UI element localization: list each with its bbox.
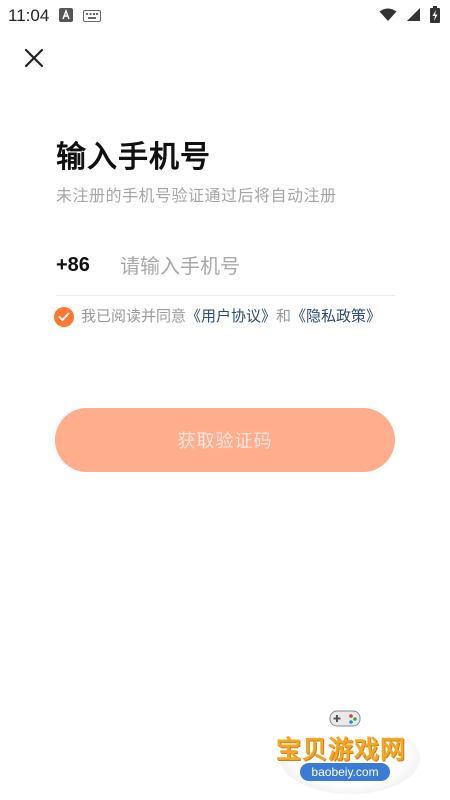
watermark-brand: 宝贝游戏网 (276, 735, 407, 764)
battery-charging-icon (430, 5, 440, 27)
privacy-policy-link[interactable]: 《隐私政策》 (291, 307, 381, 325)
page-title: 输入手机号 (56, 140, 211, 175)
wifi-icon (379, 7, 397, 26)
watermark-domain: baobeiy.com (300, 763, 390, 781)
agreement-joiner: 和 (276, 307, 292, 325)
page-subtitle: 未注册的手机号验证通过后将自动注册 (56, 186, 337, 205)
get-code-button[interactable]: 获取验证码 (55, 408, 395, 472)
signal-icon (406, 7, 421, 26)
status-left: 11:04 (8, 6, 102, 26)
status-right (379, 5, 440, 27)
gamepad-icon (329, 710, 361, 727)
checkmark-icon (58, 312, 70, 321)
keyboard-icon (83, 7, 102, 26)
agreement-text: 我已阅读并同意《用户协议》和《隐私政策》 (81, 303, 391, 329)
phone-input[interactable] (120, 245, 380, 286)
agreement-row: 我已阅读并同意《用户协议》和《隐私政策》 (54, 303, 394, 329)
watermark-logo: 宝贝游戏网 baobeiy.com (270, 700, 430, 796)
agreement-checkbox[interactable] (54, 307, 74, 327)
phone-input-row: +86 (56, 236, 395, 296)
a-icon (59, 7, 74, 26)
user-agreement-link[interactable]: 《用户协议》 (186, 307, 276, 325)
status-time: 11:04 (8, 6, 50, 25)
close-button[interactable] (18, 42, 50, 74)
close-icon (24, 48, 44, 68)
status-bar: 11:04 (0, 0, 450, 32)
country-code[interactable]: +86 (56, 254, 120, 277)
agreement-prefix: 我已阅读并同意 (81, 307, 187, 325)
